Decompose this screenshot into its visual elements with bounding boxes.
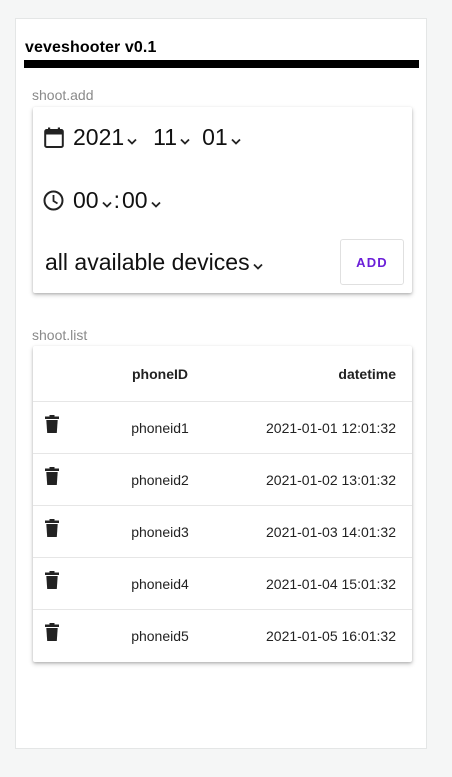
delete-cell bbox=[33, 557, 113, 610]
table-row: phoneid2 2021-01-02 13:01:32 bbox=[33, 453, 412, 506]
day-value: 01 bbox=[202, 124, 228, 150]
trash-icon[interactable] bbox=[45, 466, 59, 488]
phoneid-cell: phoneid5 bbox=[131, 627, 189, 644]
device-row: all available devices bbox=[45, 249, 263, 276]
add-button[interactable]: ADD bbox=[340, 239, 404, 285]
device-value: all available devices bbox=[45, 249, 250, 275]
hour-value: 00 bbox=[73, 187, 99, 213]
year-select[interactable]: 2021 bbox=[73, 124, 137, 151]
table-row: phoneid5 2021-01-05 16:01:32 bbox=[33, 610, 412, 662]
datetime-cell: 2021-01-02 13:01:32 bbox=[207, 453, 412, 506]
month-select[interactable]: 11 bbox=[153, 124, 190, 151]
table-row: phoneid1 2021-01-01 12:01:32 bbox=[33, 401, 412, 454]
chevron-down-icon bbox=[180, 124, 190, 151]
year-value: 2021 bbox=[73, 124, 125, 150]
add-card: 2021 11 01 00 : 00 all available devices… bbox=[33, 107, 412, 293]
chevron-down-icon bbox=[252, 249, 263, 276]
date-row: 2021 11 01 bbox=[44, 124, 241, 151]
delete-cell bbox=[33, 453, 113, 506]
phoneid-column-header[interactable]: phoneID bbox=[113, 346, 207, 402]
trash-icon[interactable] bbox=[45, 622, 59, 644]
time-row: 00 : 00 bbox=[43, 187, 161, 214]
clock-icon bbox=[43, 190, 64, 211]
datetime-column-header[interactable]: datetime bbox=[207, 346, 412, 402]
shoot-table: phoneID datetime phoneid1 2021-01-01 12:0… bbox=[33, 346, 412, 661]
datetime-cell: 2021-01-05 16:01:32 bbox=[266, 627, 396, 644]
delete-column-header bbox=[33, 346, 113, 402]
section-label-add: shoot.add bbox=[32, 87, 94, 103]
chevron-down-icon bbox=[150, 187, 161, 214]
hour-select[interactable]: 00 bbox=[73, 187, 112, 214]
calendar-icon bbox=[44, 127, 64, 149]
time-separator: : bbox=[113, 187, 120, 213]
datetime-cell: 2021-01-01 12:01:32 bbox=[207, 401, 412, 454]
table-row: phoneid4 2021-01-04 15:01:32 bbox=[33, 557, 412, 610]
datetime-cell: 2021-01-03 14:01:32 bbox=[207, 505, 412, 558]
phoneid-cell: phoneid4 bbox=[113, 557, 207, 610]
phoneid-cell: phoneid3 bbox=[113, 505, 207, 558]
datetime-cell: 2021-01-04 15:01:32 bbox=[207, 557, 412, 610]
delete-cell bbox=[33, 610, 113, 662]
table-header-row: phoneID datetime bbox=[33, 346, 412, 402]
delete-cell bbox=[33, 505, 113, 558]
minute-select[interactable]: 00 bbox=[122, 187, 161, 214]
title-divider bbox=[24, 60, 419, 68]
day-select[interactable]: 01 bbox=[202, 124, 241, 151]
device-select[interactable]: all available devices bbox=[45, 249, 263, 276]
app-title: veveshooter v0.1 bbox=[25, 39, 157, 56]
trash-icon[interactable] bbox=[45, 570, 59, 592]
trash-icon[interactable] bbox=[45, 414, 59, 436]
phoneid-cell: phoneid2 bbox=[113, 453, 207, 506]
trash-icon[interactable] bbox=[45, 518, 59, 540]
section-label-list: shoot.list bbox=[32, 327, 88, 343]
table-row: phoneid3 2021-01-03 14:01:32 bbox=[33, 505, 412, 558]
chevron-down-icon bbox=[231, 124, 241, 151]
phoneid-cell: phoneid1 bbox=[113, 401, 207, 454]
chevron-down-icon bbox=[101, 187, 112, 214]
chevron-down-icon bbox=[127, 124, 137, 151]
month-value: 11 bbox=[153, 124, 178, 150]
minute-value: 00 bbox=[121, 187, 148, 213]
delete-cell bbox=[33, 401, 113, 454]
list-card: phoneID datetime phoneid1 2021-01-01 12:0… bbox=[33, 346, 412, 662]
